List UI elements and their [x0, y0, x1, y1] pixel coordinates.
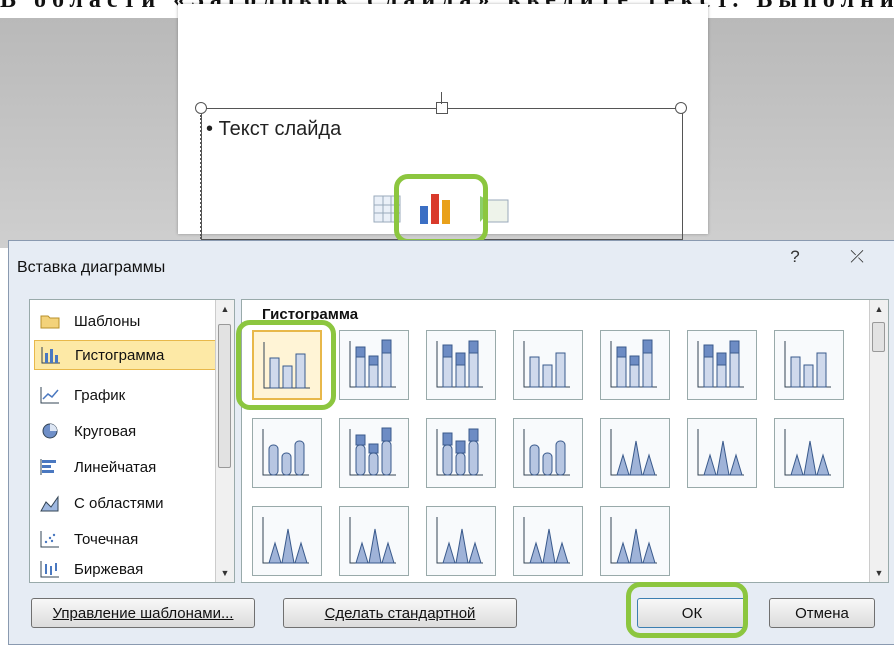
chart-subtype-icon: [697, 340, 744, 388]
set-default-button[interactable]: Сделать стандартной: [283, 598, 517, 628]
chart-subtype-thumb[interactable]: [426, 330, 496, 400]
chart-subtype-icon: [436, 340, 483, 388]
category-label: Биржевая: [74, 560, 144, 578]
chart-subtype-thumb[interactable]: [426, 506, 496, 576]
highlight-clustered-column: [236, 320, 336, 410]
category-templates[interactable]: Шаблоны: [40, 306, 200, 336]
chart-subtype-icon: [697, 429, 744, 476]
category-label: Точечная: [74, 530, 139, 548]
dialog-title: Вставка диаграммы: [17, 259, 166, 276]
pie-chart-icon: [40, 421, 60, 441]
chart-subtype-icon: [436, 517, 483, 564]
chart-subtype-thumb[interactable]: [252, 418, 322, 488]
chart-subtype-icon: [784, 429, 831, 476]
category-bar[interactable]: Линейчатая: [40, 452, 200, 482]
area-chart-icon: [40, 493, 60, 513]
bar-chart-icon: [40, 457, 60, 477]
column-chart-icon: [41, 345, 61, 365]
scroll-down-icon[interactable]: ▼: [870, 564, 888, 582]
chart-subtype-icon: [349, 339, 396, 388]
rotate-handle-line: [441, 92, 442, 104]
chart-subtype-thumb[interactable]: [339, 506, 409, 576]
line-chart-icon: [40, 385, 60, 405]
scroll-up-icon[interactable]: ▲: [216, 300, 234, 318]
cancel-button[interactable]: Отмена: [769, 598, 875, 628]
scroll-down-icon[interactable]: ▼: [216, 564, 234, 582]
chart-subtype-thumb[interactable]: [774, 418, 844, 488]
scatter-chart-icon: [40, 529, 60, 549]
chart-subtype-icon: [436, 428, 483, 476]
manage-templates-button[interactable]: Управление шаблонами...: [31, 598, 255, 628]
category-area[interactable]: С областями: [40, 488, 200, 518]
chart-subtype-icon: [349, 427, 396, 476]
chart-subtype-thumb[interactable]: [339, 418, 409, 488]
chart-gallery[interactable]: Гистограмма ▲ ▼: [241, 299, 889, 583]
chart-subtype-icon: [610, 339, 657, 388]
chart-subtype-icon: [349, 517, 396, 564]
category-scrollbar[interactable]: ▲ ▼: [215, 300, 234, 582]
category-column[interactable]: Гистограмма: [34, 340, 216, 370]
highlight-chart-icon: [394, 174, 488, 244]
chart-subtype-thumb[interactable]: [426, 418, 496, 488]
stock-chart-icon: [40, 559, 60, 579]
resize-handle-tr[interactable]: [675, 102, 687, 114]
category-stock[interactable]: Биржевая: [40, 556, 200, 582]
category-label: С областями: [74, 494, 164, 512]
chart-subtype-icon: [523, 429, 570, 476]
close-button[interactable]: ⤫: [843, 247, 871, 267]
chart-subtype-thumb[interactable]: [687, 330, 757, 400]
chart-subtype-icon: [523, 517, 570, 564]
category-label: Круговая: [74, 422, 137, 440]
chart-subtype-icon: [610, 429, 657, 476]
folder-icon: [40, 311, 60, 331]
chart-subtype-thumb[interactable]: [513, 418, 583, 488]
scroll-up-icon[interactable]: ▲: [870, 300, 888, 318]
chart-subtype-thumb[interactable]: [600, 506, 670, 576]
chart-subtype-thumb[interactable]: [339, 330, 409, 400]
chart-subtype-icon: [523, 341, 570, 388]
category-label: Линейчатая: [74, 458, 157, 476]
chart-category-list[interactable]: Шаблоны Гистограмма График Круговая Лине…: [29, 299, 235, 583]
insert-chart-dialog: Вставка диаграммы ? ⤫ Шаблоны Гистограмм…: [8, 240, 894, 645]
chart-subtype-icon: [262, 429, 309, 476]
chart-subtype-thumb[interactable]: [513, 330, 583, 400]
slide-bullet-text[interactable]: • Текст слайда: [206, 118, 341, 141]
category-line[interactable]: График: [40, 380, 200, 410]
category-label: Гистограмма: [75, 346, 165, 364]
chart-subtype-icon: [262, 517, 309, 564]
gallery-scrollbar[interactable]: ▲ ▼: [869, 300, 888, 582]
category-label: График: [74, 386, 126, 404]
highlight-ok-button: [626, 582, 748, 638]
resize-handle-tl[interactable]: [195, 102, 207, 114]
chart-subtype-thumb[interactable]: [774, 330, 844, 400]
help-button[interactable]: ?: [781, 247, 809, 267]
chart-subtype-icon: [610, 517, 657, 564]
chart-subtype-thumb[interactable]: [513, 506, 583, 576]
chart-subtype-icon: [784, 341, 831, 388]
category-scatter[interactable]: Точечная: [40, 524, 200, 554]
chart-subtype-thumb[interactable]: [252, 506, 322, 576]
category-pie[interactable]: Круговая: [40, 416, 200, 446]
resize-handle-top[interactable]: [436, 102, 448, 114]
scroll-thumb[interactable]: [872, 322, 885, 352]
chart-subtype-thumb[interactable]: [687, 418, 757, 488]
category-label: Шаблоны: [74, 312, 141, 330]
scroll-thumb[interactable]: [218, 324, 231, 468]
chart-subtype-thumb[interactable]: [600, 330, 670, 400]
chart-subtype-thumb[interactable]: [600, 418, 670, 488]
